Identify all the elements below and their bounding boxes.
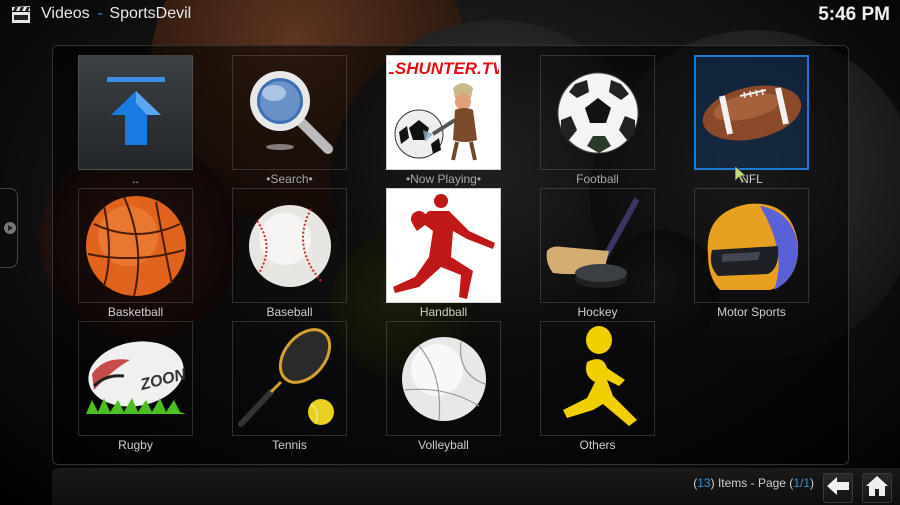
grid-item-motor-sports[interactable]: Motor Sports: [694, 188, 809, 319]
handball-player-icon: [386, 188, 501, 303]
grid-item-label: Others: [579, 438, 616, 452]
grid-item-label: Hockey: [577, 305, 618, 319]
header-bar: Videos - SportsDevil 5:46 PM: [0, 0, 900, 30]
clapperboard-icon: [11, 6, 31, 24]
grid-item-baseball[interactable]: Baseball: [232, 188, 347, 319]
grid-item-others[interactable]: Others: [540, 321, 655, 452]
page-indicator: 1/1: [793, 476, 810, 490]
grid-item-label: NFL: [740, 172, 763, 186]
items-page-text: Items - Page: [717, 476, 786, 490]
back-button[interactable]: [823, 473, 853, 503]
side-menu-tab[interactable]: [0, 188, 18, 268]
clock: 5:46 PM: [818, 4, 890, 25]
grid-item-label: •Search•: [266, 172, 313, 186]
grid-item-label: ..: [132, 172, 139, 186]
play-arrow-icon: [4, 222, 16, 234]
home-icon: [866, 475, 888, 501]
grid-item-label: Football: [576, 172, 619, 186]
grid-item-parent[interactable]: ..: [78, 55, 193, 186]
mouse-cursor: [734, 165, 749, 189]
hockey-stick-puck-icon: [540, 188, 655, 303]
breadcrumb-section: Videos: [41, 5, 90, 22]
basketball-icon: [78, 188, 193, 303]
grid-item-nfl[interactable]: NFL: [694, 55, 809, 186]
breadcrumb-addon: SportsDevil: [109, 5, 192, 22]
lshunter-tv-logo: LSHUNTER.TV: [386, 55, 501, 170]
grid-item-label: Volleyball: [418, 438, 469, 452]
footer-bar: (13) Items - Page (1/1): [0, 468, 900, 505]
running-figure-icon: [540, 321, 655, 436]
soccer-ball-icon: [540, 55, 655, 170]
home-button[interactable]: [862, 473, 892, 503]
grid-item-search[interactable]: •Search•: [232, 55, 347, 186]
parent-folder-arrow-icon: [78, 55, 193, 170]
grid-item-football[interactable]: Football: [540, 55, 655, 186]
grid-item-label: •Now Playing•: [405, 172, 482, 186]
grid-item-label: Basketball: [107, 305, 164, 319]
grid-item-label: Rugby: [118, 438, 153, 452]
american-football-icon: [694, 55, 809, 170]
grid-item-label: Handball: [419, 305, 468, 319]
grid-item-rugby[interactable]: ZOON Rugby: [78, 321, 193, 452]
grid-item-handball[interactable]: Handball: [386, 188, 501, 319]
baseball-icon: [232, 188, 347, 303]
breadcrumb-separator: -: [97, 5, 103, 22]
racing-helmet-icon: [694, 188, 809, 303]
grid-item-volleyball[interactable]: Volleyball: [386, 321, 501, 452]
item-count: 13: [697, 476, 711, 490]
volleyball-icon: [386, 321, 501, 436]
rugby-ball-icon: ZOON: [78, 321, 193, 436]
tennis-racket-ball-icon: [232, 321, 347, 436]
grid-item-label: Baseball: [266, 305, 313, 319]
grid-item-label: Motor Sports: [717, 305, 786, 319]
back-arrow-icon: [827, 476, 849, 500]
grid-item-hockey[interactable]: Hockey: [540, 188, 655, 319]
grid-item-label: Tennis: [272, 438, 307, 452]
breadcrumb: Videos - SportsDevil: [41, 5, 191, 23]
magnifier-icon: [232, 55, 347, 170]
grid-item-basketball[interactable]: Basketball: [78, 188, 193, 319]
logo-text: LSHUNTER.TV: [389, 59, 499, 78]
grid-item-now-playing[interactable]: LSHUNTER.TV •Now Playing•: [386, 55, 501, 186]
items-page-info: (13) Items - Page (1/1): [693, 476, 814, 490]
grid-item-tennis[interactable]: Tennis: [232, 321, 347, 452]
